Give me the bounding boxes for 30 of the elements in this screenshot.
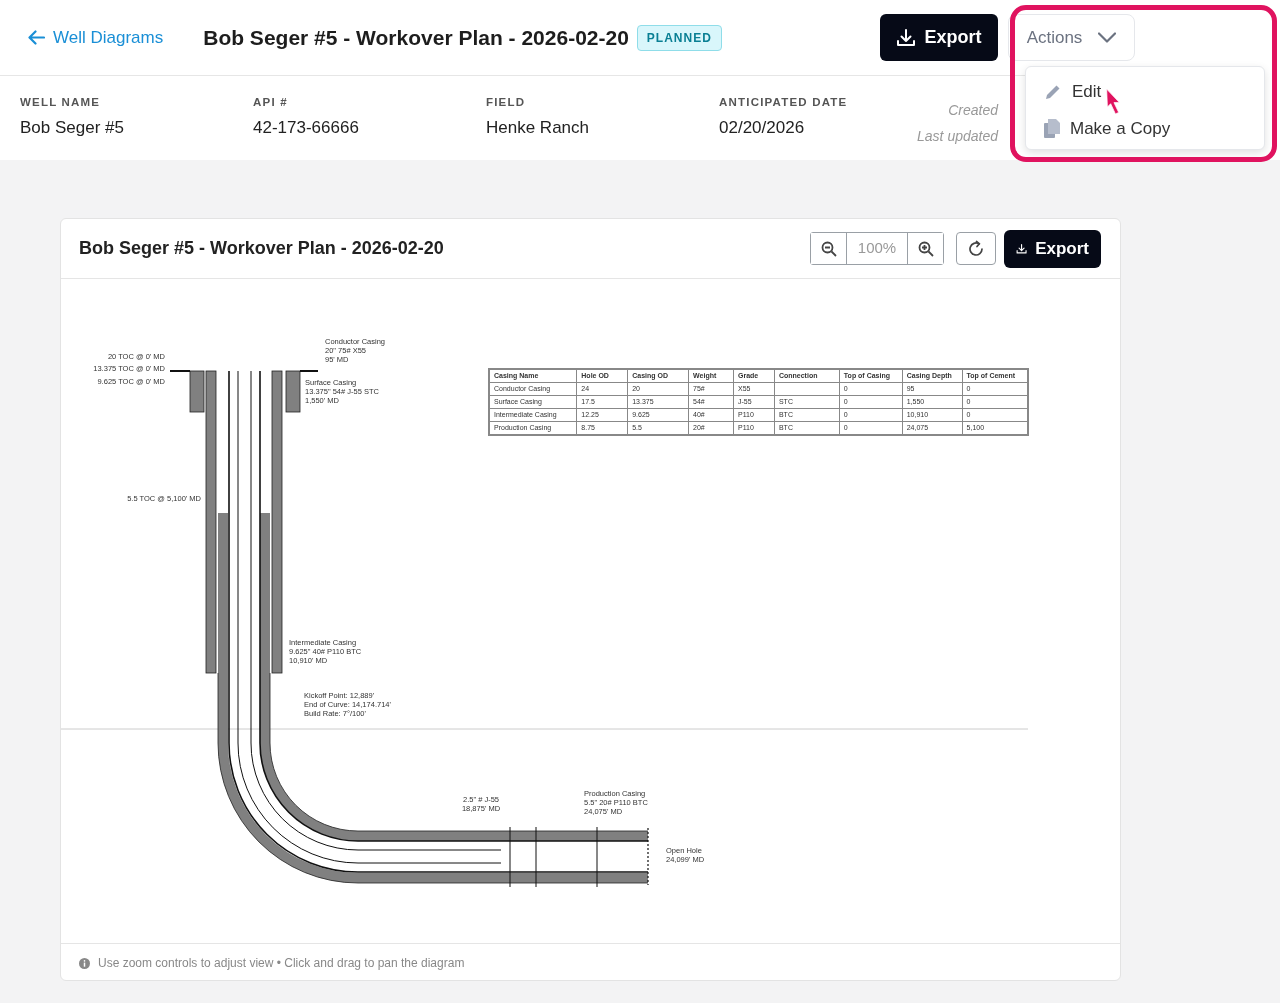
diagram-title: Bob Seger #5 - Workover Plan - 2026-02-20 bbox=[79, 237, 444, 260]
info-icon bbox=[79, 957, 90, 969]
reset-button[interactable] bbox=[956, 232, 996, 265]
menu-item[interactable]: Edit bbox=[1026, 73, 1264, 110]
created-by-text: Created bbox=[947, 101, 998, 120]
hint-text: Use zoom controls to adjust view • Click and drag to pan the diagram bbox=[98, 955, 465, 972]
field-value: 02/20/2026 bbox=[719, 117, 805, 140]
export-button[interactable]: Export bbox=[880, 14, 998, 61]
chevron-icon bbox=[1098, 32, 1117, 43]
download-icon bbox=[896, 27, 917, 48]
refresh-icon bbox=[967, 239, 985, 258]
field-label: WELL NAME bbox=[20, 95, 102, 110]
menu-item[interactable]: Make a Copy bbox=[1026, 110, 1264, 147]
updated-by-text: Last updated bbox=[917, 127, 998, 146]
copy-icon bbox=[1044, 119, 1060, 138]
cursor-icon bbox=[1104, 88, 1121, 115]
field-label: ANTICIPATED DATE bbox=[719, 95, 849, 110]
zoom-out-icon bbox=[820, 240, 837, 257]
actions-button[interactable]: Actions bbox=[1008, 14, 1135, 61]
field-label: FIELD bbox=[486, 95, 527, 110]
status-badge: PLANNED bbox=[636, 24, 722, 51]
field-value: Bob Seger #5 bbox=[20, 117, 124, 140]
back-link[interactable]: Well Diagrams bbox=[28, 24, 164, 51]
field-value: Henke Ranch bbox=[486, 117, 589, 140]
back-arrow-icon bbox=[28, 30, 45, 45]
field-label: API # bbox=[253, 95, 289, 110]
field-value: 42-173-66666 bbox=[253, 117, 359, 140]
page-title: Bob Seger #5 - Workover Plan - 2026-02-20 bbox=[203, 24, 629, 51]
zoom-in-icon bbox=[917, 240, 934, 257]
export-button[interactable]: Export bbox=[1004, 229, 1101, 268]
